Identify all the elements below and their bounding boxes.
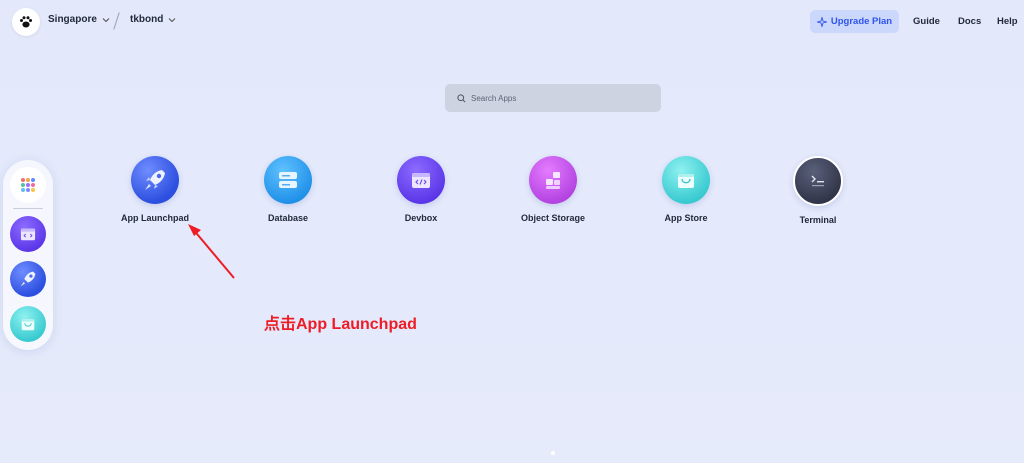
app-devbox[interactable]: Devbox: [371, 156, 471, 223]
terminal-icon: [793, 156, 843, 206]
app-dock: [3, 160, 53, 350]
annotation-arrow: [188, 224, 235, 279]
workspace-label: tkbond: [130, 14, 164, 25]
object-storage-icon: [529, 156, 577, 204]
workspace-selector[interactable]: tkbond: [130, 14, 176, 25]
dock-item-devbox[interactable]: [10, 216, 46, 252]
grid-apps-icon: [21, 178, 35, 192]
app-terminal[interactable]: Terminal: [768, 156, 868, 225]
upgrade-plan-label: Upgrade Plan: [830, 16, 893, 27]
search-icon: [457, 93, 466, 102]
shopping-bag-icon: [21, 319, 35, 331]
guide-link[interactable]: Guide: [913, 16, 940, 27]
region-selector[interactable]: Singapore: [48, 14, 110, 25]
paw-logo-icon: [20, 16, 32, 28]
app-database[interactable]: Database: [238, 156, 338, 223]
annotation-text: 点击App Launchpad: [264, 316, 417, 333]
app-app-launchpad[interactable]: App Launchpad: [105, 156, 205, 223]
dock-item-all-apps[interactable]: [10, 167, 46, 203]
region-label: Singapore: [48, 14, 97, 25]
rocket-icon: [131, 156, 179, 204]
rocket-icon: [20, 271, 36, 287]
app-label: Object Storage: [520, 213, 585, 223]
app-label: Terminal: [799, 215, 837, 225]
dock-divider: [13, 208, 43, 209]
top-bar: Singapore tkbond Upgrade Plan Guide Docs…: [0, 0, 1024, 44]
app-object-storage[interactable]: Object Storage: [503, 156, 603, 223]
search-input[interactable]: [471, 93, 651, 103]
breadcrumb-separator: [113, 12, 120, 30]
devbox-code-icon: [20, 228, 36, 241]
chevron-down-icon: [102, 17, 110, 22]
dock-item-launchpad[interactable]: [10, 261, 46, 297]
app-label: App Store: [664, 213, 708, 223]
app-app-store[interactable]: App Store: [636, 156, 736, 223]
sparkle-icon: [816, 16, 827, 27]
page-indicator-dot[interactable]: [551, 451, 555, 455]
search-bar[interactable]: [445, 84, 661, 112]
app-label: App Launchpad: [121, 213, 189, 223]
chevron-down-icon: [168, 17, 176, 22]
shopping-bag-icon: [662, 156, 710, 204]
app-label: Devbox: [404, 213, 438, 223]
dock-item-app-store[interactable]: [10, 306, 46, 342]
devbox-code-icon: [397, 156, 445, 204]
help-link[interactable]: Help: [997, 16, 1018, 27]
docs-link[interactable]: Docs: [958, 16, 981, 27]
app-label: Database: [267, 213, 309, 223]
upgrade-plan-button[interactable]: Upgrade Plan: [810, 10, 899, 33]
database-icon: [264, 156, 312, 204]
logo[interactable]: [12, 8, 40, 36]
